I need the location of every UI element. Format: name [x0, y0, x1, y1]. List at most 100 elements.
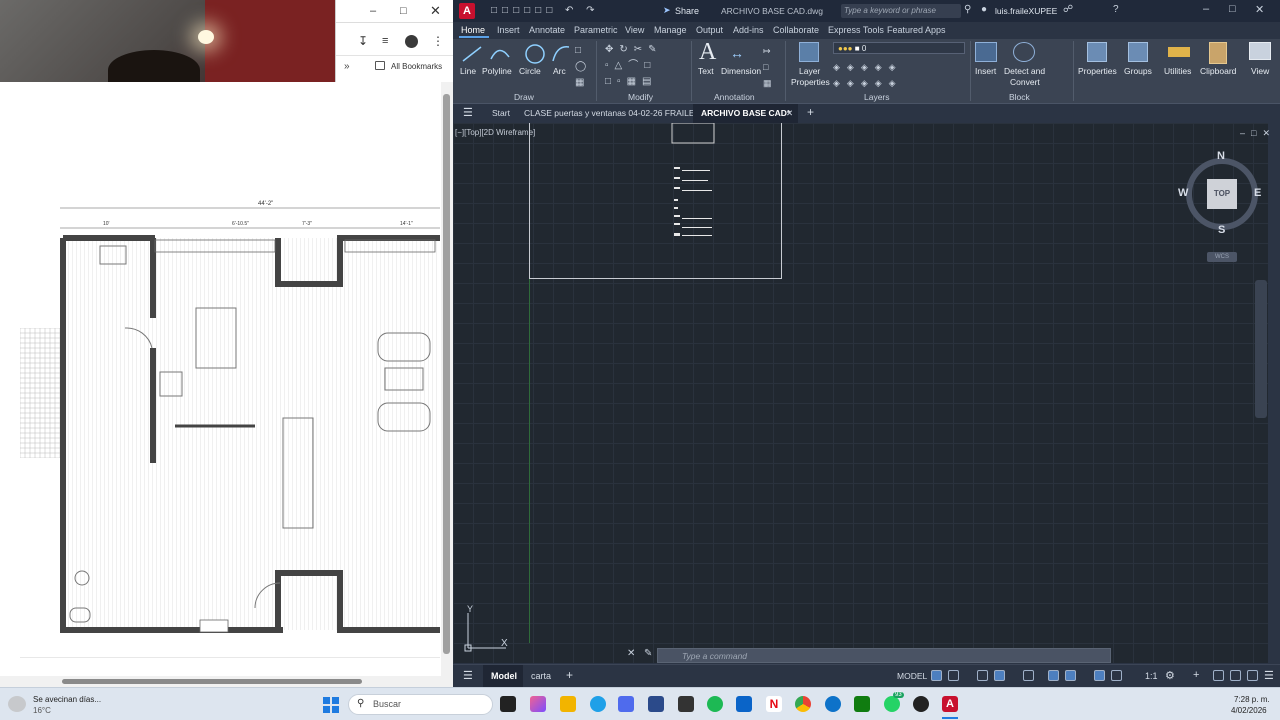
annotation-small-icons[interactable]: ↦ □ ▦ [763, 43, 772, 91]
chevron-right-icon[interactable]: » [344, 61, 350, 72]
tab-collaborate[interactable]: Collaborate [773, 25, 819, 35]
app-icon[interactable] [825, 696, 841, 712]
layer-tool-icons[interactable]: ◈◈◈◈◈ ◈◈◈◈◈ [833, 59, 903, 91]
viewcube-east[interactable]: E [1254, 187, 1261, 199]
layout-menu-icon[interactable]: ☰ [463, 669, 473, 682]
hamburger-menu-icon[interactable]: ☰ [463, 106, 473, 119]
tab-carta[interactable]: carta [531, 671, 551, 681]
properties-tool[interactable]: Properties [1078, 66, 1117, 76]
wcs-menu[interactable]: WCS [1207, 252, 1237, 262]
annotation-visibility-icon[interactable] [1094, 670, 1105, 681]
modify-panel-title[interactable]: Modify [628, 92, 653, 102]
new-tab-button[interactable]: + [807, 105, 814, 119]
tab-output[interactable]: Output [696, 25, 723, 35]
quick-access-toolbar[interactable]: □□□□□□ ↶ ↷ [491, 5, 600, 16]
file-explorer-icon[interactable] [560, 696, 576, 712]
copilot-icon[interactable] [530, 696, 546, 712]
minimize-button[interactable]: – [1203, 3, 1209, 15]
detect-convert-line1[interactable]: Detect and [1004, 66, 1045, 76]
edge-icon[interactable] [590, 696, 606, 712]
weather-icon[interactable] [8, 696, 26, 712]
selection-cycling-icon[interactable] [1065, 670, 1076, 681]
reading-list-icon[interactable]: ≡ [382, 35, 388, 47]
whatsapp-icon[interactable] [884, 696, 900, 712]
viewcube-top[interactable]: TOP [1207, 179, 1237, 209]
tab-start[interactable]: Start [492, 108, 510, 118]
autocad-taskbar-icon[interactable]: A [942, 696, 958, 712]
clipboard-tool[interactable]: Clipboard [1200, 66, 1236, 76]
tab-annotate[interactable]: Annotate [529, 25, 565, 35]
search-icon[interactable]: ⚲ [964, 4, 971, 15]
layer-dropdown[interactable]: ●●● ■ 0 [833, 42, 965, 54]
tab-express-tools[interactable]: Express Tools [828, 25, 884, 35]
navigation-bar[interactable] [1255, 280, 1267, 418]
store-icon[interactable] [648, 696, 664, 712]
tab-view[interactable]: View [625, 25, 644, 35]
download-icon[interactable]: ↧ [358, 34, 368, 48]
isometric-icon[interactable] [1023, 670, 1034, 681]
text-tool[interactable]: Text [698, 66, 714, 76]
minimize-button[interactable]: – [370, 5, 376, 17]
netflix-icon[interactable]: N [766, 696, 782, 712]
modify-tool-icons[interactable]: ✥↻✂✎ ▫△⌒□ □▫▦▤ [605, 42, 663, 90]
customization-icon[interactable]: ☰ [1264, 669, 1274, 682]
groups-tool[interactable]: Groups [1124, 66, 1152, 76]
isolate-objects-icon[interactable] [1213, 670, 1224, 681]
clock-time[interactable]: 7:28 p. m. [1234, 695, 1270, 704]
viewport-window-controls[interactable]: –□✕ [1240, 128, 1276, 139]
search-input[interactable]: Type a keyword or phrase [841, 4, 961, 18]
menu-icon[interactable]: ⋮ [432, 34, 444, 48]
draw-small-icons[interactable]: □ ◯ ▦ [575, 43, 586, 91]
polar-toggle-icon[interactable] [994, 670, 1005, 681]
line-tool[interactable]: Line [460, 66, 476, 76]
close-tab-icon[interactable]: ✕ [786, 108, 793, 119]
browser-vertical-scrollbar[interactable] [441, 82, 453, 687]
circle-tool[interactable]: Circle [519, 66, 541, 76]
dimension-tool[interactable]: Dimension [721, 66, 761, 76]
close-button[interactable]: ✕ [1255, 3, 1264, 16]
model-space-toggle[interactable]: MODEL [897, 671, 927, 681]
maximize-button[interactable]: □ [1229, 3, 1236, 15]
profile-avatar[interactable] [405, 35, 418, 48]
tab-home[interactable]: Home [461, 25, 485, 35]
detect-convert-line2[interactable]: Convert [1010, 77, 1040, 87]
utilities-tool[interactable]: Utilities [1164, 66, 1191, 76]
teams-icon[interactable] [618, 696, 634, 712]
tab-insert[interactable]: Insert [497, 25, 520, 35]
customize-command-icon[interactable]: ✎ [644, 648, 652, 659]
share-button[interactable]: Share [675, 6, 699, 16]
tab-parametric[interactable]: Parametric [574, 25, 618, 35]
block-panel-title[interactable]: Block [1009, 92, 1030, 102]
object-snap-icon[interactable] [1048, 670, 1059, 681]
clean-screen-icon[interactable] [1247, 670, 1258, 681]
gear-icon[interactable]: ⚙ [1165, 669, 1175, 682]
new-layout-button[interactable]: + [566, 668, 573, 682]
viewcube-west[interactable]: W [1178, 187, 1188, 199]
ortho-toggle-icon[interactable] [977, 670, 988, 681]
user-account[interactable]: luis.fraileXUPEE [995, 6, 1057, 16]
viewcube-south[interactable]: S [1218, 224, 1225, 236]
help-icon[interactable]: ? [1113, 4, 1119, 15]
layers-panel-title[interactable]: Layers [864, 92, 890, 102]
xbox-icon[interactable] [854, 696, 870, 712]
weather-text[interactable]: Se avecinan días... [33, 695, 101, 704]
polyline-tool[interactable]: Polyline [482, 66, 512, 76]
taskbar-search[interactable]: ⚲ Buscar [348, 694, 493, 715]
task-view-icon[interactable] [500, 696, 516, 712]
insert-tool[interactable]: Insert [975, 66, 996, 76]
hardware-acceleration-icon[interactable] [1230, 670, 1241, 681]
viewcube-north[interactable]: N [1217, 150, 1225, 162]
tab-clase-puertas[interactable]: CLASE puertas y ventanas 04-02-26 FRAILE… [524, 108, 698, 118]
all-bookmarks[interactable]: All Bookmarks [391, 62, 442, 71]
arc-tool[interactable]: Arc [553, 66, 566, 76]
viewcube[interactable]: TOP N S E W WCS [1178, 150, 1268, 270]
command-line-input[interactable]: Type a command [657, 648, 1111, 663]
windows-start-icon[interactable] [323, 697, 339, 713]
spotify-icon[interactable] [707, 696, 723, 712]
tab-manage[interactable]: Manage [654, 25, 687, 35]
grid-toggle-icon[interactable] [931, 670, 942, 681]
unity-icon[interactable] [678, 696, 694, 712]
annotation-scale[interactable]: 1:1 [1145, 671, 1158, 681]
clock-date[interactable]: 4/02/2026 [1231, 706, 1267, 715]
tab-featured-apps[interactable]: Featured Apps [887, 25, 946, 35]
